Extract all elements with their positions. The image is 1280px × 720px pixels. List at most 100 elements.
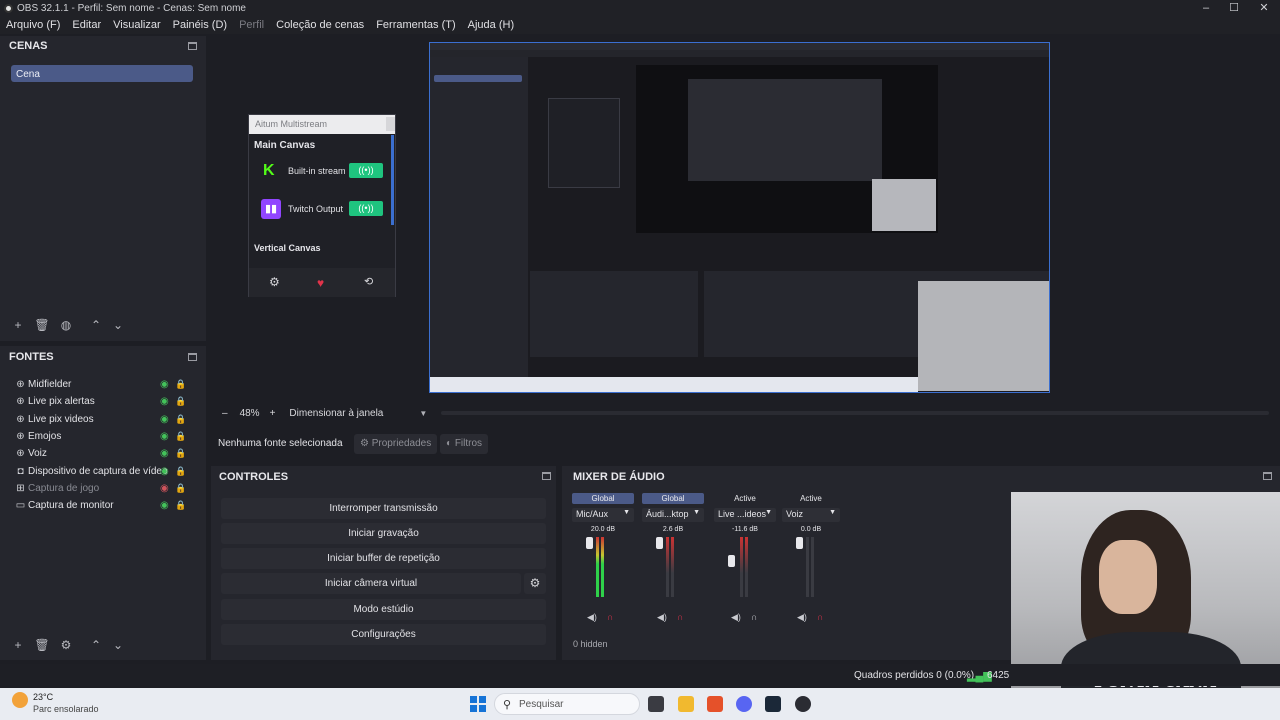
stream-toggle-button[interactable]: ((•))	[349, 201, 383, 216]
speaker-icon[interactable]: ◀)	[731, 612, 741, 623]
menu-editar[interactable]: Editar	[66, 19, 107, 31]
lock-icon[interactable]: 🔒	[175, 431, 186, 442]
bitrate: 6425	[987, 670, 1010, 681]
lock-icon[interactable]: 🔒	[175, 466, 186, 477]
scale-mode-select[interactable]: Dimensionar à janela	[289, 408, 419, 419]
steam-icon[interactable]	[765, 696, 781, 712]
add-source-icon[interactable]: +	[10, 638, 26, 654]
volume-slider-handle[interactable]	[728, 555, 735, 567]
menu-colecao-cenas[interactable]: Coleção de cenas	[270, 19, 370, 31]
minimize-button[interactable]: –	[1192, 0, 1220, 16]
close-button[interactable]: ✕	[1250, 0, 1278, 16]
stop-streaming-button[interactable]: Interromper transmissão	[221, 498, 546, 519]
channel-select[interactable]: Mic/Aux ▼	[572, 508, 634, 522]
windows-start-icon[interactable]	[470, 696, 486, 712]
menu-arquivo[interactable]: Arquivo (F)	[0, 19, 66, 31]
lock-icon[interactable]: 🔒	[175, 379, 186, 390]
speaker-icon[interactable]: ◀)	[657, 612, 667, 623]
lock-icon[interactable]: 🔒	[175, 396, 186, 407]
scrollbar[interactable]	[391, 135, 394, 225]
horizontal-scrollbar[interactable]	[441, 411, 1270, 415]
headphones-icon[interactable]: ∩	[817, 612, 823, 622]
preview-canvas[interactable]	[429, 42, 1050, 393]
volume-slider-handle[interactable]	[656, 537, 663, 549]
source-item[interactable]: ⊞ Captura de jogo ◉ 🔒	[15, 480, 190, 497]
speaker-icon[interactable]: ◀)	[587, 612, 597, 623]
source-item[interactable]: ⊕ Live pix videos ◉ 🔒	[15, 411, 190, 428]
taskbar-search[interactable]: ⚲ Pesquisar	[494, 693, 640, 715]
move-down-icon[interactable]: ⌄	[110, 318, 126, 334]
lock-icon[interactable]: 🔒	[175, 483, 186, 494]
remove-source-icon[interactable]: 🗑	[34, 638, 50, 654]
move-down-icon[interactable]: ⌄	[110, 638, 126, 654]
float-dock-icon[interactable]	[1263, 472, 1272, 480]
move-up-icon[interactable]: ⌃	[88, 318, 104, 334]
menu-ferramentas[interactable]: Ferramentas (T)	[370, 19, 461, 31]
menu-perfil[interactable]: Perfil	[233, 19, 270, 31]
channel-select[interactable]: Live ...ideos ▼	[714, 508, 776, 522]
lock-icon[interactable]: 🔒	[175, 500, 186, 511]
source-item[interactable]: ◘ Dispositivo de captura de vídeo ◉ 🔒	[15, 463, 190, 480]
eye-hidden-icon[interactable]: ◉	[160, 483, 169, 494]
weather-label: Parc ensolarado	[33, 704, 99, 714]
move-up-icon[interactable]: ⌃	[88, 638, 104, 654]
heart-icon[interactable]: ♥	[317, 276, 324, 290]
eye-icon[interactable]: ◉	[160, 414, 169, 425]
maximize-button[interactable]: ☐	[1220, 0, 1248, 16]
float-dock-icon[interactable]	[188, 42, 197, 50]
eye-icon[interactable]: ◉	[160, 466, 169, 477]
stream-toggle-button[interactable]: ((•))	[349, 163, 383, 178]
start-replay-buffer-button[interactable]: Iniciar buffer de repetição	[221, 548, 546, 569]
volume-slider-handle[interactable]	[586, 537, 593, 549]
discord-icon[interactable]	[736, 696, 752, 712]
scene-item[interactable]: Cena	[11, 65, 193, 82]
volume-slider-handle[interactable]	[796, 537, 803, 549]
headphones-icon[interactable]: ∩	[751, 612, 757, 622]
eye-icon[interactable]: ◉	[160, 448, 169, 459]
menu-visualizar[interactable]: Visualizar	[107, 19, 167, 31]
gear-icon[interactable]: ⚙	[269, 275, 280, 289]
channel-select[interactable]: Áudi...ktop ▼	[642, 508, 704, 522]
properties-button[interactable]: ⚙ Propriedades	[354, 434, 438, 454]
start-virtual-camera-button[interactable]: Iniciar câmera virtual	[221, 573, 521, 594]
float-dock-icon[interactable]	[188, 353, 197, 361]
menu-paineis[interactable]: Painéis (D)	[167, 19, 233, 31]
zoom-in-button[interactable]: +	[270, 408, 276, 419]
obs-icon[interactable]	[795, 696, 811, 712]
source-item[interactable]: ⊕ Live pix alertas ◉ 🔒	[15, 393, 190, 410]
filters-button[interactable]: ◐ Filtros	[440, 434, 489, 454]
eye-icon[interactable]: ◉	[160, 431, 169, 442]
eye-icon[interactable]: ◉	[160, 379, 169, 390]
brave-browser-icon[interactable]	[707, 696, 723, 712]
filters-icon[interactable]: ◍	[58, 318, 74, 334]
gear-icon: ⚙	[360, 438, 369, 449]
channel-select[interactable]: Voiz ▼	[782, 508, 840, 522]
zoom-out-button[interactable]: –	[222, 408, 228, 419]
file-explorer-icon[interactable]	[678, 696, 694, 712]
headphones-icon[interactable]: ∩	[607, 612, 613, 622]
lock-icon[interactable]: 🔒	[175, 448, 186, 459]
channel-db: -11.6 dB	[732, 526, 758, 533]
headphones-icon[interactable]: ∩	[677, 612, 683, 622]
source-item[interactable]: ▭ Captura de monitor ◉ 🔒	[15, 497, 190, 514]
source-item[interactable]: ⊕ Voiz ◉ 🔒	[15, 445, 190, 462]
help-icon[interactable]: ⟲	[364, 275, 373, 288]
close-icon[interactable]	[386, 117, 395, 131]
eye-icon[interactable]: ◉	[160, 500, 169, 511]
task-view-icon[interactable]	[648, 696, 664, 712]
source-item[interactable]: ⊕ Midfielder ◉ 🔒	[15, 376, 190, 393]
speaker-icon[interactable]: ◀)	[797, 612, 807, 623]
studio-mode-button[interactable]: Modo estúdio	[221, 599, 546, 620]
weather-icon[interactable]	[12, 692, 28, 708]
start-recording-button[interactable]: Iniciar gravação	[221, 523, 546, 544]
virtual-camera-settings-icon[interactable]: ⚙	[524, 573, 546, 594]
float-dock-icon[interactable]	[542, 472, 551, 480]
eye-icon[interactable]: ◉	[160, 396, 169, 407]
gear-icon[interactable]: ⚙	[58, 638, 74, 654]
menu-ajuda[interactable]: Ajuda (H)	[462, 19, 520, 31]
lock-icon[interactable]: 🔒	[175, 414, 186, 425]
add-scene-icon[interactable]: +	[10, 318, 26, 334]
remove-scene-icon[interactable]: 🗑	[34, 318, 50, 334]
source-item[interactable]: ⊕ Emojos ◉ 🔒	[15, 428, 190, 445]
settings-button[interactable]: Configurações	[221, 624, 546, 645]
